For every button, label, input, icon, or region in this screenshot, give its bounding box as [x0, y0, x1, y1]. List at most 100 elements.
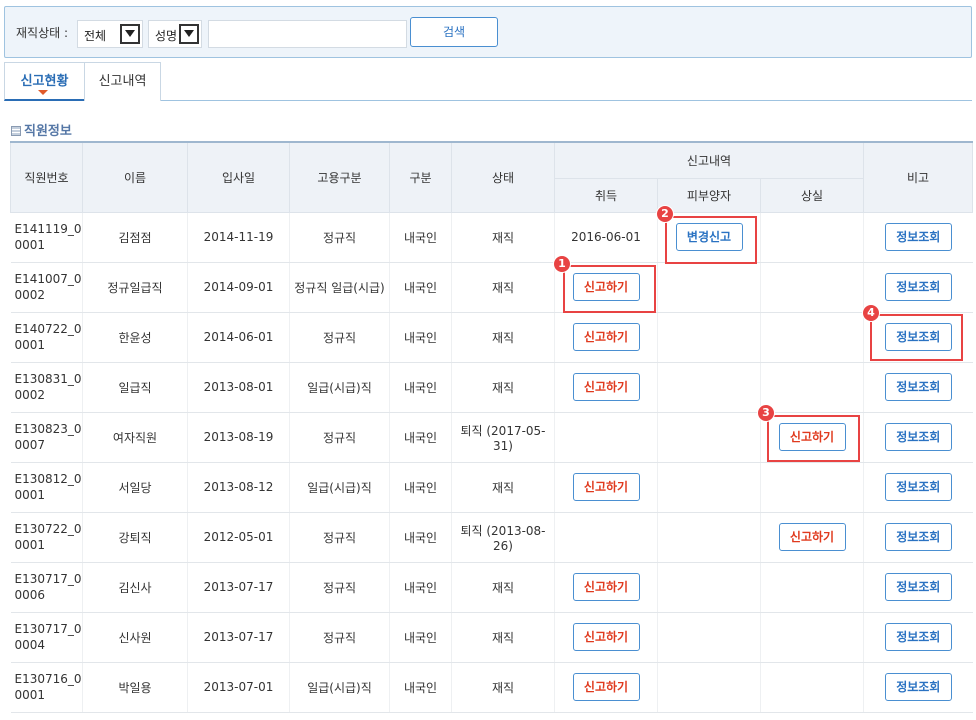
cell-acquire: 신고하기 [554, 612, 658, 663]
callout-badge-4: 4 [862, 304, 880, 322]
cell-employment-type: 일급(시급)직 [289, 662, 390, 713]
report-button[interactable]: 신고하기 [572, 673, 640, 701]
tab-label: 신고내역 [98, 74, 147, 89]
cell-join-date: 2013-07-17 [187, 562, 290, 613]
col-note: 비고 [863, 141, 974, 213]
cell-emp-no: E141007_00002 [10, 262, 83, 313]
table-row: E140722_00001 한윤성 2014-06-01 정규직 내국인 재직 신고하기 정보… [10, 312, 973, 363]
cell-note: 정보조회 [863, 362, 973, 413]
cell-category: 내국인 [389, 512, 452, 563]
cell-join-date: 2014-11-19 [187, 212, 290, 263]
emp-no-text: E130716_00001 [14, 672, 82, 702]
cell-employment-type: 일급(시급)직 [289, 362, 390, 413]
cell-category: 내국인 [389, 262, 452, 313]
info-view-button[interactable]: 정보조회 [884, 273, 952, 301]
cell-dependent [657, 362, 761, 413]
cell-emp-no: E130812_00001 [10, 462, 83, 513]
info-view-button[interactable]: 정보조회 [884, 523, 952, 551]
cell-name: 신사원 [82, 612, 188, 663]
info-view-button[interactable]: 정보조회 [884, 673, 952, 701]
report-button[interactable]: 신고하기 [572, 473, 640, 501]
cell-category: 내국인 [389, 212, 452, 263]
cell-status: 재직 [451, 212, 555, 263]
emp-no-text: E130831_00002 [14, 372, 82, 402]
cell-loss [759, 662, 864, 713]
cell-status: 재직 [451, 612, 555, 663]
table-row: E130717_00004 신사원 2013-07-17 정규직 내국인 재직 신고하기 정보… [10, 612, 973, 663]
tab-report-history[interactable]: 신고내역 [84, 62, 161, 101]
table-row: E141007_00002 정규일급직 2014-09-01 정규직 일급(시급) 내국… [10, 262, 973, 313]
emp-no-text: E130823_00007 [14, 422, 82, 452]
tab-report-status[interactable]: 신고현황 [4, 62, 85, 101]
list-icon [11, 126, 21, 136]
emp-no-text: E141007_00002 [14, 272, 82, 302]
tab-bar: 신고현황 신고내역 [4, 62, 972, 101]
cell-dependent [657, 312, 761, 363]
info-view-button[interactable]: 정보조회 [884, 423, 952, 451]
info-view-button[interactable]: 정보조회 [884, 373, 952, 401]
cell-loss [759, 612, 864, 663]
table-row: E130722_00001 강퇴직 2012-05-01 정규직 내국인 퇴직 (2013… [10, 512, 973, 563]
search-button[interactable]: 검색 [410, 17, 498, 47]
cell-employment-type: 정규직 [289, 412, 390, 463]
cell-category: 내국인 [389, 412, 452, 463]
cell-note: 정보조회 [863, 562, 973, 613]
cell-loss [759, 262, 864, 313]
cell-status: 재직 [451, 662, 555, 713]
cell-emp-no: E130717_00004 [10, 612, 83, 663]
cell-name: 여자직원 [82, 412, 188, 463]
table-row: E130831_00002 일급직 2013-08-01 일급(시급)직 내국인 재직 신고… [10, 362, 973, 413]
cell-acquire: 신고하기 [554, 362, 658, 413]
cell-name: 한윤성 [82, 312, 188, 363]
cell-status: 퇴직 (2017-05-31) [451, 412, 555, 463]
status-select[interactable]: 전체 [77, 20, 143, 48]
callout-badge-3: 3 [757, 404, 775, 422]
info-view-button[interactable]: 정보조회 [884, 623, 952, 651]
cell-join-date: 2013-08-19 [187, 412, 290, 463]
info-view-button[interactable]: 정보조회 [884, 573, 952, 601]
report-button[interactable]: 신고하기 [572, 373, 640, 401]
cell-emp-no: E141119_00001 [10, 212, 83, 263]
info-view-button[interactable]: 정보조회 [884, 473, 952, 501]
chevron-down-icon[interactable] [179, 24, 199, 44]
report-button[interactable]: 신고하기 [572, 573, 640, 601]
chevron-down-icon[interactable] [120, 24, 140, 44]
cell-name: 강퇴직 [82, 512, 188, 563]
cell-loss [759, 212, 864, 263]
cell-join-date: 2013-07-01 [187, 662, 290, 713]
cell-employment-type: 정규직 [289, 612, 390, 663]
callout-badge-1: 1 [553, 255, 571, 273]
cell-dependent [657, 612, 761, 663]
caret-down-icon [38, 90, 48, 95]
report-button[interactable]: 신고하기 [572, 323, 640, 351]
cell-name: 서일당 [82, 462, 188, 513]
status-label: 재직상태 : [16, 26, 69, 40]
search-input[interactable] [208, 20, 407, 48]
col-status: 상태 [451, 141, 555, 213]
cell-status: 재직 [451, 312, 555, 363]
search-bar: 재직상태 : 전체 성명 검색 [4, 6, 972, 58]
cell-name: 박일용 [82, 662, 188, 713]
cell-emp-no: E140722_00001 [10, 312, 83, 363]
cell-note: 정보조회 [863, 212, 973, 263]
cell-category: 내국인 [389, 562, 452, 613]
cell-dependent [657, 562, 761, 613]
cell-loss [759, 362, 864, 413]
cell-acquire: 신고하기 [554, 462, 658, 513]
tab-label: 신고현황 [20, 74, 69, 89]
report-button[interactable]: 신고하기 [572, 623, 640, 651]
emp-no-text: E130812_00001 [14, 472, 82, 502]
cell-status: 퇴직 (2013-08-26) [451, 512, 555, 563]
info-view-button[interactable]: 정보조회 [884, 223, 952, 251]
cell-acquire [554, 412, 658, 463]
cell-employment-type: 일급(시급)직 [289, 462, 390, 513]
cell-category: 내국인 [389, 662, 452, 713]
cell-category: 내국인 [389, 312, 452, 363]
report-button[interactable]: 신고하기 [778, 523, 846, 551]
field-select[interactable]: 성명 [148, 20, 202, 48]
cell-join-date: 2013-08-12 [187, 462, 290, 513]
cell-employment-type: 정규직 [289, 212, 390, 263]
cell-note: 정보조회 [863, 462, 973, 513]
cell-loss [759, 312, 864, 363]
emp-no-text: E140722_00001 [14, 322, 82, 352]
